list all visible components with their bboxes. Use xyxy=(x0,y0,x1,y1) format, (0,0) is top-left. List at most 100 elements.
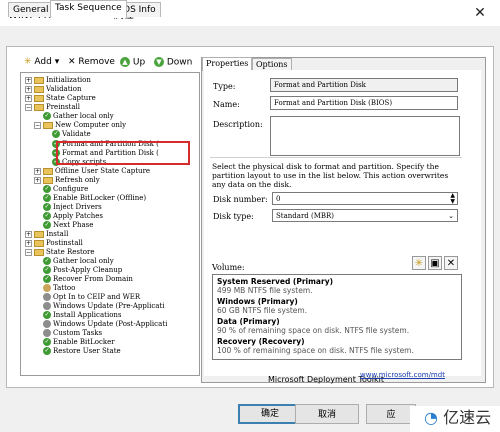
expand-icon[interactable]: + xyxy=(25,230,32,238)
delete-icon: ✕ xyxy=(446,258,456,269)
tree-item[interactable]: ✓ Recover From Domain xyxy=(43,275,133,284)
list-item[interactable]: Windows (Primary) 60 GB NTFS file system. xyxy=(217,297,307,315)
disk-type-value: Standard (MBR) xyxy=(276,212,335,220)
check-icon: ✓ xyxy=(43,203,51,211)
check-icon: ✓ xyxy=(43,221,51,229)
footer-link[interactable]: www.microsoft.com/mdt xyxy=(360,371,445,379)
check-icon: ✓ xyxy=(43,185,51,193)
watermark-logo-icon: ◔ xyxy=(424,408,438,427)
tree-item[interactable]: Custom Tasks xyxy=(43,329,102,338)
tree-item[interactable]: ✓ Post-Apply Cleanup xyxy=(43,266,122,275)
folder-icon xyxy=(34,248,44,256)
list-item[interactable]: System Reserved (Primary) 499 MB NTFS fil… xyxy=(217,277,333,295)
close-button[interactable]: ✕ xyxy=(460,0,500,26)
type-label: Type: xyxy=(213,82,236,91)
tree-item[interactable]: Windows Update (Pre-Applicati xyxy=(43,302,164,311)
folder-icon xyxy=(34,103,44,111)
tree-item[interactable]: + Postinstall xyxy=(25,239,83,248)
tree-item[interactable]: − New Computer only xyxy=(34,121,126,130)
tree-item[interactable]: ✓ Inject Drivers xyxy=(43,203,102,212)
disabled-step-icon xyxy=(43,329,51,337)
type-field: Format and Partition Disk xyxy=(270,78,458,92)
tab-task-sequence[interactable]: Task Sequence xyxy=(50,0,127,18)
tree-item[interactable]: − State Restore xyxy=(25,248,94,257)
cancel-button[interactable]: 取消 xyxy=(295,404,359,424)
check-icon: ✓ xyxy=(43,266,51,274)
folder-icon xyxy=(43,176,53,184)
tab-general[interactable]: General xyxy=(8,2,54,17)
expand-icon[interactable]: + xyxy=(34,176,41,184)
name-field[interactable]: Format and Partition Disk (BIOS) xyxy=(270,96,458,110)
tree-item[interactable]: ✓ Next Phase xyxy=(43,221,93,230)
tree-item[interactable]: ✓ Restore User State xyxy=(43,347,121,356)
delete-volume-button[interactable]: ✕ xyxy=(444,256,458,270)
expand-icon[interactable]: + xyxy=(25,85,32,93)
tree-item[interactable]: Tattoo xyxy=(43,284,75,293)
collapse-icon[interactable]: − xyxy=(25,248,32,256)
remove-button[interactable]: ✕ Remove xyxy=(68,57,115,67)
tree-item[interactable]: − Preinstall xyxy=(25,103,80,112)
tree-item[interactable]: + Install xyxy=(25,230,68,239)
volume-properties-button[interactable]: ▣ xyxy=(428,256,442,270)
folder-icon xyxy=(34,85,44,93)
folder-icon xyxy=(34,239,44,247)
name-label: Name: xyxy=(213,100,240,109)
add-button[interactable]: ✳ Add ▾ xyxy=(24,57,59,67)
disabled-step-icon xyxy=(43,293,51,301)
tree-item[interactable]: + Validation xyxy=(25,85,82,94)
ok-button[interactable]: 确定 xyxy=(238,404,302,424)
check-icon: ✓ xyxy=(43,347,51,355)
expand-icon[interactable]: + xyxy=(25,239,32,247)
description-label: Description: xyxy=(213,120,263,129)
remove-icon: ✕ xyxy=(68,57,76,67)
collapse-icon[interactable]: − xyxy=(34,121,41,129)
tree-item[interactable]: + Initialization xyxy=(25,76,91,85)
watermark: ◔ 亿速云 xyxy=(410,406,500,432)
new-icon: ✳ xyxy=(414,258,424,269)
tree-item[interactable]: ✓ Validate xyxy=(52,130,91,139)
expand-icon[interactable]: + xyxy=(25,76,32,84)
tree-item[interactable]: + Offline User State Capture xyxy=(34,167,150,176)
volume-label: Volume: xyxy=(212,263,245,272)
apply-button[interactable]: 应 xyxy=(366,404,416,424)
tree-item[interactable]: Windows Update (Post-Applicati xyxy=(43,320,167,329)
volume-list[interactable]: System Reserved (Primary) 499 MB NTFS fil… xyxy=(212,274,462,360)
down-button[interactable]: ▼ Down xyxy=(154,57,192,68)
help-text: Select the physical disk to format and p… xyxy=(212,162,449,189)
tree-item[interactable]: ✓ Gather local only xyxy=(43,112,114,121)
check-icon: ✓ xyxy=(43,338,51,346)
tree-item[interactable]: Opt In to CEIP and WER xyxy=(43,293,140,302)
list-item[interactable]: Recovery (Recovery) 100 % of remaining sp… xyxy=(217,337,414,355)
folder-icon xyxy=(43,167,53,175)
tree-item[interactable]: + State Capture xyxy=(25,94,96,103)
expand-icon[interactable]: + xyxy=(34,167,41,175)
tree-item[interactable]: ✓ Gather local only xyxy=(43,257,114,266)
description-field[interactable] xyxy=(270,116,460,156)
collapse-icon[interactable]: − xyxy=(25,103,32,111)
spinner-icon[interactable]: ▲ ▼ xyxy=(450,193,455,204)
new-volume-button[interactable]: ✳ xyxy=(412,256,426,270)
tattoo-icon xyxy=(43,284,51,292)
tree-item[interactable]: ✓ Install Applications xyxy=(43,311,122,320)
tree-item[interactable]: ✓ Configure xyxy=(43,185,88,194)
tree-item[interactable]: + Refresh only xyxy=(34,176,100,185)
disk-type-select[interactable]: Standard (MBR) ⌄ xyxy=(272,209,458,222)
disk-number-stepper[interactable]: 0 ▲ ▼ xyxy=(272,192,458,205)
tree-item[interactable]: ✓ Enable BitLocker (Offline) xyxy=(43,194,146,203)
task-sequence-tree[interactable]: + Initialization + Validation + State Captu… xyxy=(20,72,200,376)
check-icon: ✓ xyxy=(43,112,51,120)
chevron-down-icon: ⌄ xyxy=(448,212,454,220)
divider xyxy=(210,157,462,158)
disk-number-value: 0 xyxy=(276,195,281,203)
list-item[interactable]: Data (Primary) 90 % of remaining space on… xyxy=(217,317,409,335)
check-icon: ✓ xyxy=(43,275,51,283)
tree-item[interactable]: ✓ Apply Patches xyxy=(43,212,103,221)
disabled-step-icon xyxy=(43,302,51,310)
expand-icon[interactable]: + xyxy=(25,94,32,102)
check-icon: ✓ xyxy=(43,194,51,202)
folder-icon xyxy=(34,230,44,238)
tab-properties[interactable]: Properties xyxy=(202,57,253,71)
up-button[interactable]: ▲ Up xyxy=(120,57,145,68)
tree-item[interactable]: ✓ Enable BitLocker xyxy=(43,338,115,347)
folder-icon xyxy=(34,76,44,84)
